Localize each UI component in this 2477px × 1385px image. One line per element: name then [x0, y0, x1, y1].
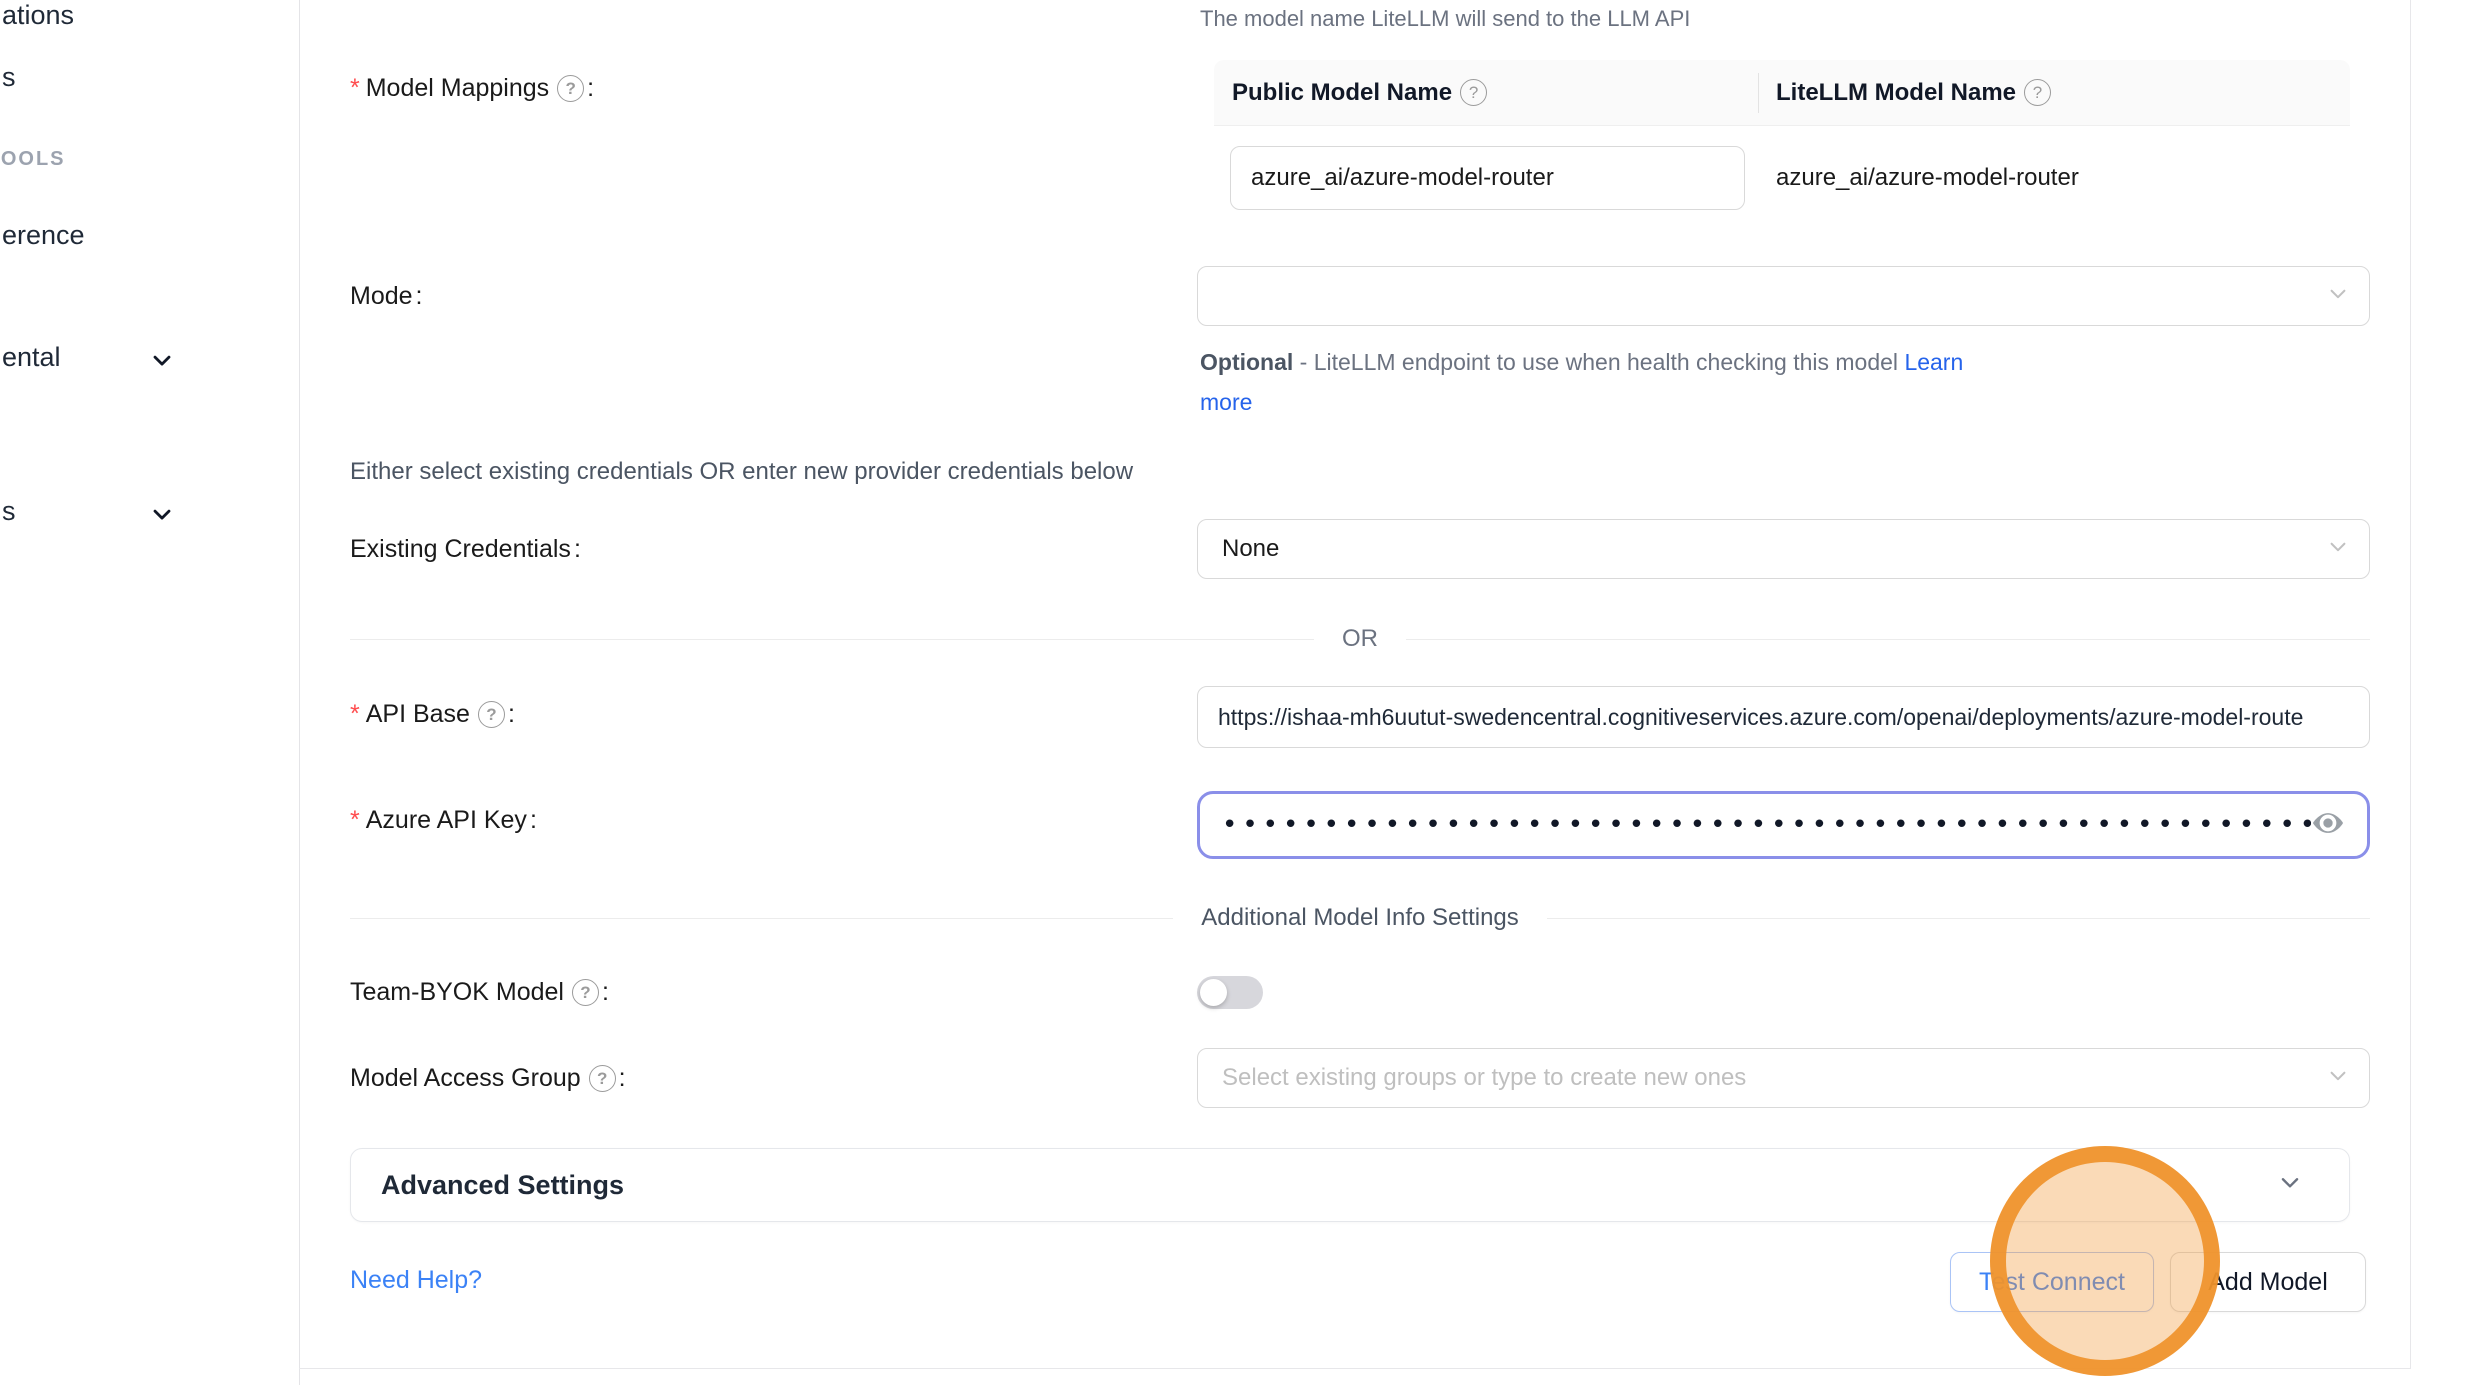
- model-access-group-label: Model Access Group ? :: [350, 1064, 626, 1093]
- test-connect-button[interactable]: Test Connect: [1950, 1252, 2154, 1312]
- sidebar-item-s1[interactable]: s: [2, 62, 16, 93]
- help-circle-icon[interactable]: ?: [2024, 79, 2051, 106]
- info-divider-text: Additional Model Info Settings: [1201, 904, 1519, 932]
- info-divider: Additional Model Info Settings: [350, 903, 2370, 933]
- model-mappings-label-text: Model Mappings: [366, 74, 549, 103]
- team-byok-toggle[interactable]: [1197, 976, 1263, 1009]
- chevron-down-icon[interactable]: [148, 346, 176, 374]
- add-model-button[interactable]: Add Model: [2170, 1252, 2366, 1312]
- model-mappings-label: * Model Mappings ? :: [350, 74, 594, 103]
- mode-label: Mode :: [350, 282, 423, 311]
- help-circle-icon[interactable]: ?: [589, 1065, 616, 1092]
- azure-api-key-input[interactable]: [1200, 810, 2311, 840]
- existing-credentials-value: None: [1222, 535, 1279, 563]
- required-asterisk: *: [350, 700, 360, 729]
- api-base-input[interactable]: [1197, 686, 2370, 748]
- label-colon: :: [508, 700, 515, 729]
- team-byok-label-text: Team-BYOK Model: [350, 978, 564, 1007]
- model-mappings-table: Public Model Name ? LiteLLM Model Name ?…: [1214, 60, 2350, 232]
- credentials-note: Either select existing credentials OR en…: [350, 458, 1133, 486]
- azure-api-key-field: [1197, 791, 2370, 859]
- team-byok-label: Team-BYOK Model ? :: [350, 978, 609, 1007]
- divider-line: [1547, 918, 2370, 919]
- help-circle-icon[interactable]: ?: [478, 701, 505, 728]
- card-right-border: [2410, 0, 2411, 1368]
- column-header-litellm-model-name: LiteLLM Model Name ?: [1758, 79, 2051, 107]
- optional-bold: Optional: [1200, 349, 1293, 375]
- api-base-label: * API Base ? :: [350, 700, 515, 729]
- chevron-down-icon[interactable]: [148, 500, 176, 528]
- header-text: LiteLLM Model Name: [1776, 79, 2016, 107]
- label-colon: :: [574, 535, 581, 564]
- sidebar-item-ental[interactable]: ental: [2, 342, 61, 373]
- azure-api-key-label-text: Azure API Key: [366, 806, 527, 835]
- sidebar-item-ations[interactable]: ations: [2, 0, 74, 31]
- model-name-help-text: The model name LiteLLM will send to the …: [1200, 6, 1690, 32]
- header-text: Public Model Name: [1232, 79, 1452, 107]
- chevron-down-icon: [2277, 1170, 2303, 1201]
- sidebar-item-s2[interactable]: s: [2, 496, 16, 527]
- eye-icon[interactable]: [2311, 806, 2345, 845]
- existing-credentials-select[interactable]: None: [1197, 519, 2370, 579]
- litellm-model-name-value: azure_ai/azure-model-router: [1776, 146, 2079, 210]
- existing-credentials-label-text: Existing Credentials: [350, 535, 571, 564]
- divider-line: [350, 639, 1314, 640]
- or-divider: OR: [350, 624, 2370, 654]
- label-colon: :: [587, 74, 594, 103]
- required-asterisk: *: [350, 74, 360, 103]
- column-divider: [1758, 73, 1759, 113]
- table-header-row: Public Model Name ? LiteLLM Model Name ?: [1214, 60, 2350, 126]
- existing-credentials-label: Existing Credentials :: [350, 535, 581, 564]
- label-colon: :: [602, 978, 609, 1007]
- label-colon: :: [619, 1064, 626, 1093]
- mode-help-rest: - LiteLLM endpoint to use when health ch…: [1293, 349, 1904, 375]
- help-circle-icon[interactable]: ?: [572, 979, 599, 1006]
- advanced-settings-panel[interactable]: Advanced Settings: [350, 1148, 2350, 1222]
- chevron-down-icon: [2327, 283, 2349, 310]
- api-base-label-text: API Base: [366, 700, 470, 729]
- help-circle-icon[interactable]: ?: [557, 75, 584, 102]
- divider-line: [350, 918, 1173, 919]
- sidebar-divider: [299, 0, 300, 1385]
- sidebar-section-tools: TOOLS: [0, 148, 66, 171]
- mode-help-text: Optional - LiteLLM endpoint to use when …: [1200, 342, 2012, 422]
- advanced-settings-title: Advanced Settings: [381, 1170, 624, 1201]
- mode-select[interactable]: [1197, 266, 2370, 326]
- column-header-public-model-name: Public Model Name ?: [1214, 79, 1758, 107]
- required-asterisk: *: [350, 806, 360, 835]
- divider-line: [1406, 639, 2370, 640]
- model-access-group-placeholder: Select existing groups or type to create…: [1222, 1064, 1746, 1092]
- label-colon: :: [530, 806, 537, 835]
- label-colon: :: [416, 282, 423, 311]
- mode-label-text: Mode: [350, 282, 413, 311]
- toggle-knob: [1200, 979, 1227, 1006]
- help-circle-icon[interactable]: ?: [1460, 79, 1487, 106]
- model-access-group-select[interactable]: Select existing groups or type to create…: [1197, 1048, 2370, 1108]
- or-divider-text: OR: [1342, 625, 1378, 653]
- public-model-name-input[interactable]: [1230, 146, 1745, 210]
- azure-api-key-label: * Azure API Key :: [350, 806, 537, 835]
- model-access-group-label-text: Model Access Group: [350, 1064, 581, 1093]
- card-bottom-border: [299, 1368, 2411, 1369]
- chevron-down-icon: [2327, 1065, 2349, 1092]
- need-help-link[interactable]: Need Help?: [350, 1266, 482, 1295]
- chevron-down-icon: [2327, 536, 2349, 563]
- sidebar-item-erence[interactable]: erence: [2, 220, 85, 251]
